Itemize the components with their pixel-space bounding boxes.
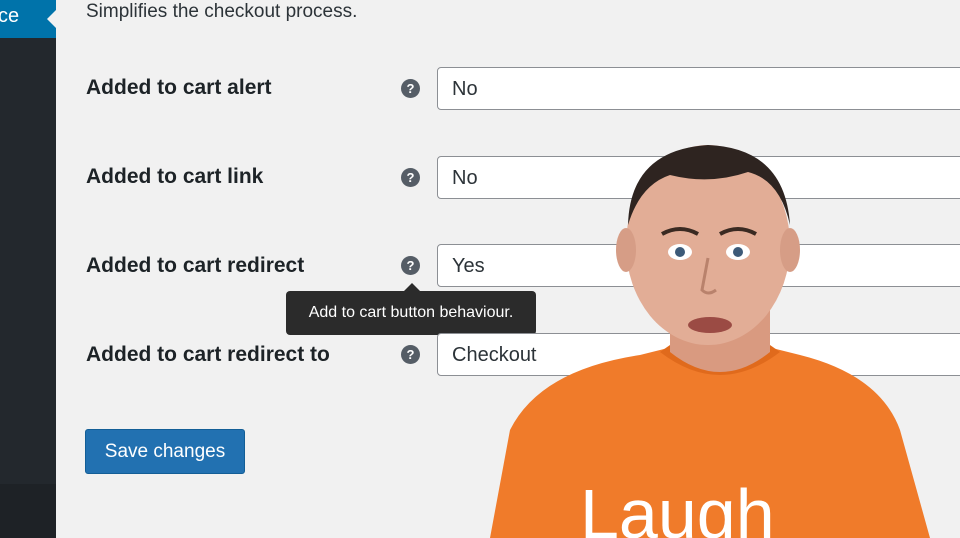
help-icon[interactable]: ?	[401, 168, 420, 187]
sidebar-item-active[interactable]: ce	[0, 0, 56, 38]
field-label-added-to-cart-alert: Added to cart alert	[86, 76, 272, 99]
admin-sidebar: ce	[0, 0, 56, 538]
field-label-added-to-cart-link: Added to cart link	[86, 165, 264, 188]
presenter-right-ear	[780, 228, 800, 272]
select-value: No	[452, 78, 478, 100]
select-value: No	[452, 167, 478, 189]
help-icon[interactable]: ?	[401, 79, 420, 98]
presenter-shirt-text: Laugh	[580, 475, 775, 538]
field-label-added-to-cart-redirect: Added to cart redirect	[86, 254, 305, 277]
section-description: Simplifies the checkout process.	[86, 1, 358, 22]
added-to-cart-alert-select[interactable]: No	[437, 67, 960, 110]
presenter-left-ear	[616, 228, 636, 272]
sidebar-item-label: ce	[0, 5, 20, 27]
save-changes-button[interactable]: Save changes	[85, 429, 245, 474]
help-icon[interactable]: ?	[401, 256, 420, 275]
presenter-video-overlay: Laugh	[490, 145, 930, 538]
help-icon[interactable]: ?	[401, 345, 420, 364]
presenter-mouth	[688, 317, 732, 333]
active-indicator-notch	[47, 10, 56, 28]
presenter-right-pupil	[733, 247, 743, 257]
field-label-added-to-cart-redirect-to: Added to cart redirect to	[86, 343, 330, 366]
tooltip-arrow	[404, 283, 420, 291]
sidebar-footer	[0, 484, 56, 538]
presenter-left-pupil	[675, 247, 685, 257]
